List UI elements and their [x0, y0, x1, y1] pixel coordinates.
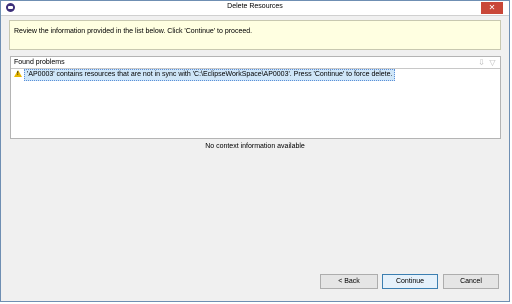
found-problems-panel: Found problems ⇩ ▽ 'AP0003' contains res… [10, 56, 501, 139]
cancel-button[interactable]: Cancel [443, 274, 499, 289]
list-item[interactable]: 'AP0003' contains resources that are not… [12, 69, 499, 81]
window-title: Delete Resources [227, 3, 283, 10]
panel-header: Found problems ⇩ ▽ [11, 57, 500, 69]
panel-title: Found problems [14, 59, 65, 66]
problem-text: 'AP0003' contains resources that are not… [24, 69, 396, 81]
close-button[interactable]: ✕ [481, 2, 503, 14]
filter-icon[interactable]: ▽ [488, 58, 497, 67]
back-button[interactable]: < Back [320, 274, 378, 289]
dialog-content: Review the information provided in the l… [1, 16, 509, 301]
context-info-text: No context information available [205, 143, 305, 150]
message-banner: Review the information provided in the l… [9, 20, 501, 50]
title-bar: Delete Resources ✕ [1, 1, 509, 16]
continue-button[interactable]: Continue [382, 274, 438, 289]
arrow-down-icon[interactable]: ⇩ [477, 58, 486, 67]
message-text: Review the information provided in the l… [14, 28, 253, 35]
warning-icon [14, 70, 22, 77]
delete-resources-dialog: Delete Resources ✕ Review the informatio… [0, 0, 510, 302]
